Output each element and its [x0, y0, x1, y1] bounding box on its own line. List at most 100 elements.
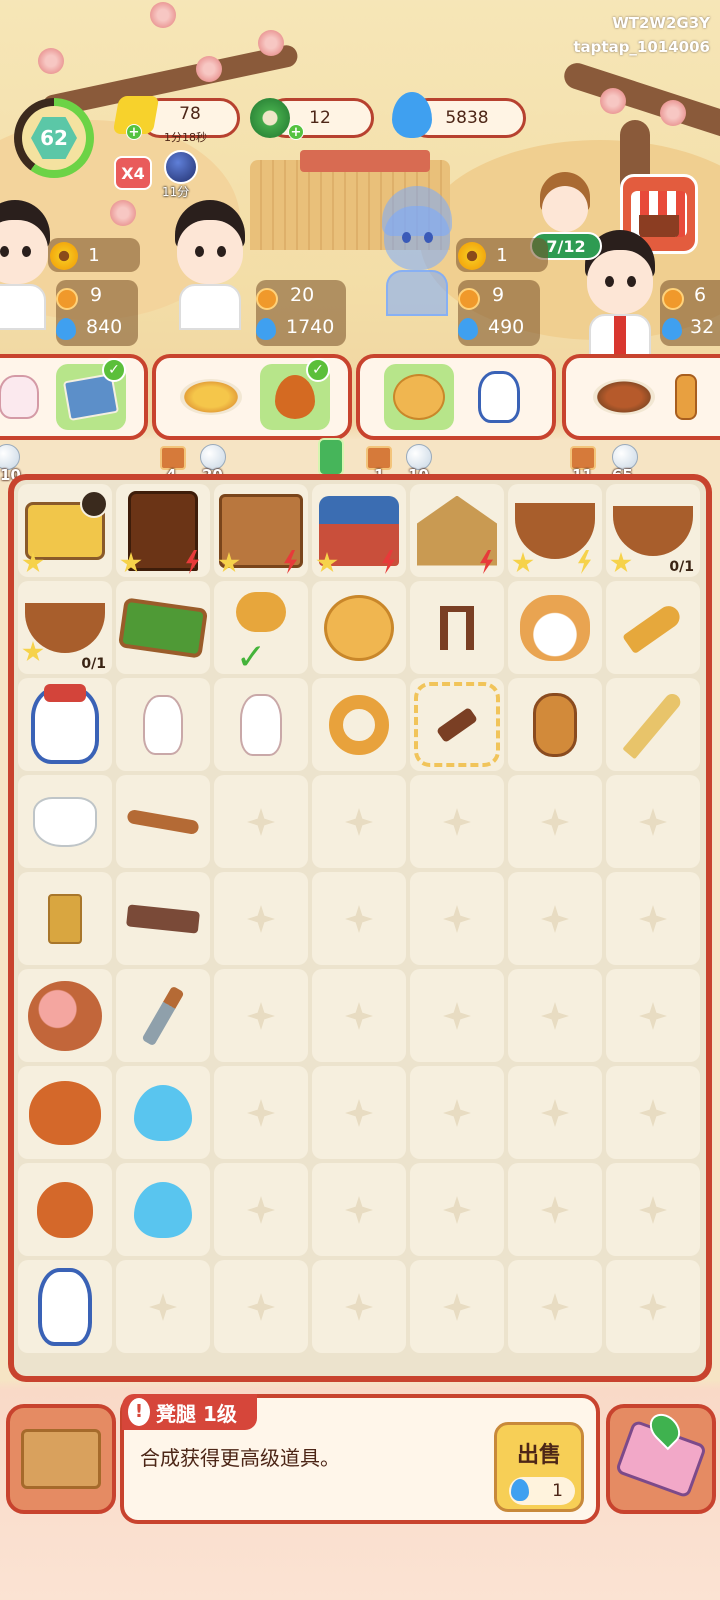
board-cell-empty[interactable] [508, 1066, 602, 1159]
player-level: 62 [31, 117, 77, 159]
green-envelope-icon[interactable] [318, 438, 344, 476]
board-cell-small-bottle[interactable] [116, 678, 210, 771]
sparkle-icon [541, 1099, 569, 1127]
board-cell-wardrobe[interactable] [214, 484, 308, 577]
board-cell-key[interactable] [606, 581, 700, 674]
sparkle-icon [639, 1196, 667, 1224]
board-cell-mooncake[interactable] [312, 581, 406, 674]
boost-multiplier-badge[interactable]: X4 [114, 156, 152, 190]
board-cell-porcelain-bottle[interactable] [18, 1260, 112, 1353]
board-cell-drumstick[interactable] [18, 1163, 112, 1256]
board-cell-empty[interactable] [116, 1260, 210, 1353]
board-cell-empty[interactable] [312, 1163, 406, 1256]
board-cell-empty[interactable] [410, 1066, 504, 1159]
board-cell-roast-chicken[interactable] [18, 1066, 112, 1159]
board-cell-donut[interactable] [312, 678, 406, 771]
order-item-noodles [166, 364, 256, 430]
sparkle-icon [443, 1099, 471, 1127]
sparkle-icon [443, 1002, 471, 1030]
board-cell-blue-flame[interactable] [116, 1163, 210, 1256]
board-cell-wooden-tag[interactable] [508, 678, 602, 771]
locked-star-icon [610, 552, 632, 573]
board-cell-wine-jar[interactable] [18, 678, 112, 771]
board-cell-empty[interactable] [214, 1260, 308, 1353]
energy-value: 78 [179, 104, 201, 124]
board-cell-empty[interactable] [508, 775, 602, 868]
board-cell-cabinet[interactable] [116, 484, 210, 577]
board-cell-empty[interactable] [606, 1066, 700, 1159]
board-cell-ham[interactable] [18, 969, 112, 1062]
board-cell-empty[interactable] [508, 1260, 602, 1353]
sparkle-icon [247, 905, 275, 933]
board-cell-empty[interactable] [214, 872, 308, 965]
board-cell-doghouse[interactable] [410, 484, 504, 577]
coin-icon [56, 288, 78, 310]
board-cell-empty[interactable] [312, 1066, 406, 1159]
crate-icon [21, 1429, 101, 1489]
player-level-ring[interactable]: 62 [14, 98, 94, 178]
board-cell-grindstone[interactable]: 0/1 [18, 581, 112, 674]
board-cell-corgi[interactable] [508, 581, 602, 674]
board-cell-empty[interactable] [606, 872, 700, 965]
board-cell-flower-vase[interactable] [214, 678, 308, 771]
board-cell-grindstone[interactable] [508, 484, 602, 577]
board-cell-empty[interactable] [606, 775, 700, 868]
board-cell-empty[interactable] [606, 1163, 700, 1256]
board-cell-chisel[interactable] [116, 969, 210, 1062]
jar-cloth-icon [44, 684, 86, 702]
board-cell-empty[interactable] [508, 872, 602, 965]
sparkle-icon [541, 905, 569, 933]
board-cell-sword[interactable] [606, 678, 700, 771]
board-cell-stool-leg[interactable] [410, 678, 504, 771]
board-cell-wood-plank[interactable] [116, 872, 210, 965]
order-card[interactable]: ✓ [152, 354, 352, 440]
add-energy-icon[interactable]: + [126, 124, 142, 140]
board-cell-empty[interactable] [214, 1163, 308, 1256]
board-cell-empty[interactable] [606, 969, 700, 1062]
reward-coins: 6 [694, 284, 707, 306]
board-cell-empty[interactable] [508, 969, 602, 1062]
board-cell-empty[interactable] [606, 1260, 700, 1353]
ingredient-count: 0/1 [669, 559, 694, 575]
order-item-mooncake [384, 364, 454, 430]
board-cell-twist-bread[interactable]: ✓ [214, 581, 308, 678]
board-cell-empty[interactable] [410, 775, 504, 868]
board-cell-empty[interactable] [508, 1163, 602, 1256]
order-card[interactable]: ✓ [0, 354, 148, 440]
inventory-box-button[interactable] [6, 1404, 116, 1514]
board-cell-empty[interactable] [312, 775, 406, 868]
board-cell-empty[interactable] [410, 872, 504, 965]
board-cell-grindstone[interactable]: 0/1 [606, 484, 700, 577]
sunflower-icon [50, 242, 78, 270]
board-cell-empty[interactable] [410, 1260, 504, 1353]
board-cell-empty[interactable] [214, 1066, 308, 1159]
sparkle-icon [443, 1196, 471, 1224]
boost-timer-icon[interactable] [164, 150, 198, 184]
order-card[interactable] [562, 354, 720, 440]
board-cell-blue-flame[interactable] [116, 1066, 210, 1159]
board-cell-stool-frame[interactable] [410, 581, 504, 674]
reward-coins: 9 [492, 284, 505, 306]
add-jade-icon[interactable]: + [288, 124, 304, 140]
customer-avatar-ghost[interactable] [372, 186, 462, 316]
board-cell-empty[interactable] [312, 1260, 406, 1353]
board-cell-green-dish[interactable] [116, 581, 210, 674]
board-cell-empty[interactable] [312, 969, 406, 1062]
merge-board-grid: 0/1 0/1 ✓ [14, 480, 706, 1376]
order-card[interactable] [356, 354, 556, 440]
sell-button[interactable]: 出售 1 [494, 1422, 584, 1512]
sparkle-icon [345, 905, 373, 933]
board-cell-empty[interactable] [214, 775, 308, 868]
board-cell-pot[interactable] [18, 775, 112, 868]
board-cell-empty[interactable] [410, 1163, 504, 1256]
board-cell-display-case[interactable] [18, 484, 112, 577]
board-cell-gold-bar[interactable] [18, 872, 112, 965]
board-cell-empty[interactable] [214, 969, 308, 1062]
customer-avatar[interactable] [165, 200, 255, 330]
board-cell-empty[interactable] [410, 969, 504, 1062]
board-cell-pavilion[interactable] [312, 484, 406, 577]
board-cell-empty[interactable] [312, 872, 406, 965]
order-item-teapot [0, 364, 54, 430]
timer-icon [80, 490, 108, 518]
board-cell-wooden-spoon[interactable] [116, 775, 210, 868]
